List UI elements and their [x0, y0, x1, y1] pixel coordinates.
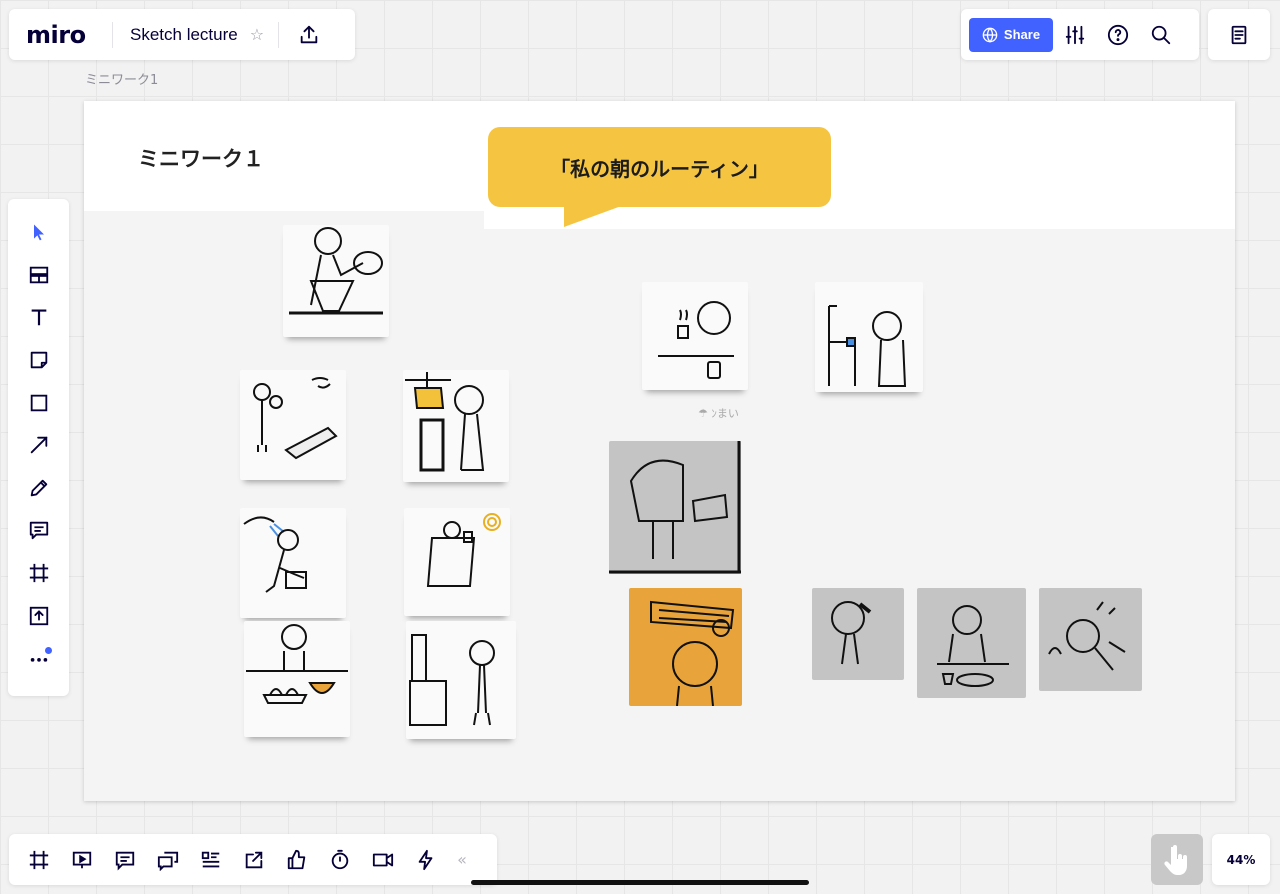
connector-tool[interactable]	[17, 424, 61, 467]
collab-toolbar: Share	[961, 9, 1199, 60]
globe-icon	[982, 27, 998, 43]
sketch-stretch-photo[interactable]	[1039, 588, 1142, 691]
sliders-icon	[1065, 25, 1084, 44]
comments-button[interactable]	[103, 834, 146, 885]
star-icon[interactable]: ☆	[250, 25, 264, 44]
frame-icon	[29, 563, 48, 583]
sketch-laundry[interactable]	[403, 370, 509, 482]
export-button[interactable]	[279, 9, 339, 60]
card-list-icon	[201, 851, 219, 867]
comment-tool[interactable]	[17, 509, 61, 552]
frame-tool[interactable]	[17, 552, 61, 595]
home-indicator	[471, 880, 809, 885]
sketch-breakfast[interactable]	[244, 621, 350, 737]
speech-bubble-tail	[564, 205, 624, 227]
shape-tool[interactable]	[17, 381, 61, 424]
comments-icon	[115, 851, 134, 870]
sticky-note-tool[interactable]	[17, 339, 61, 382]
video-call-icon	[372, 853, 393, 866]
pen-icon	[30, 479, 47, 497]
notes-button[interactable]	[1208, 9, 1270, 60]
miro-logo[interactable]: miro	[26, 21, 112, 49]
settings-button[interactable]	[1053, 9, 1096, 60]
sketch-coffee-drip[interactable]	[283, 225, 389, 337]
presentation-button[interactable]	[60, 834, 103, 885]
sketch-eating-photo[interactable]	[917, 588, 1026, 698]
share-label: Share	[1003, 27, 1041, 42]
sketch-baby-phone[interactable]	[240, 370, 346, 480]
comment-icon	[29, 522, 48, 540]
board-header: miro Sketch lecture ☆	[9, 9, 355, 60]
upload-icon	[29, 606, 48, 625]
hand-pointer-icon	[1164, 844, 1187, 875]
sketch-box-photo[interactable]	[609, 441, 741, 574]
card-list-button[interactable]	[189, 834, 232, 885]
activity-icon	[418, 849, 432, 870]
chat-button[interactable]	[146, 834, 189, 885]
activity-button[interactable]	[404, 834, 447, 885]
bottom-toolbar: «	[9, 834, 497, 885]
presentation-icon	[72, 851, 91, 868]
video-chat-icon	[157, 851, 178, 871]
share-button[interactable]: Share	[969, 17, 1053, 52]
templates-tool[interactable]	[17, 254, 61, 297]
collapse-toolbar-button[interactable]: «	[447, 850, 477, 869]
sketch-drink-photo[interactable]	[812, 588, 904, 680]
sketch-bed-phone[interactable]	[404, 508, 510, 616]
timer-icon	[331, 849, 348, 869]
select-tool[interactable]	[17, 211, 61, 254]
creation-toolbar	[8, 199, 69, 696]
frames-button[interactable]	[17, 834, 60, 885]
notes-icon	[1231, 25, 1247, 44]
search-button[interactable]	[1139, 9, 1182, 60]
sketch-toothbrush[interactable]	[815, 282, 923, 392]
screen-share-icon	[245, 851, 262, 868]
pen-tool[interactable]	[17, 467, 61, 510]
upload-icon	[300, 25, 318, 43]
select-icon	[33, 224, 44, 241]
sketch-sunlight-photo[interactable]	[629, 588, 742, 706]
help-button[interactable]	[1096, 9, 1139, 60]
templates-icon	[29, 266, 48, 284]
help-icon	[1107, 24, 1128, 45]
shape-icon	[30, 394, 47, 411]
sketch-coffee-cup[interactable]	[642, 282, 748, 390]
frame-title[interactable]: ミニワーク１	[138, 143, 264, 173]
text-tool[interactable]	[17, 296, 61, 339]
more-tools[interactable]	[17, 637, 61, 680]
sticky-note-icon	[30, 351, 47, 369]
sketch-shower[interactable]	[240, 508, 346, 618]
video-call-button[interactable]	[361, 834, 404, 885]
zoom-level[interactable]: 44%	[1212, 834, 1270, 885]
voting-icon	[287, 849, 305, 869]
speech-bubble[interactable]: 「私の朝のルーティン」	[488, 127, 831, 207]
connector-arrow-icon	[30, 437, 47, 454]
frame-label[interactable]: ミニワーク1	[85, 69, 158, 88]
sketch-caption: ☂ ﾝまい	[698, 407, 739, 420]
frames-icon	[29, 850, 48, 869]
hand-tool-button[interactable]	[1151, 834, 1203, 885]
sketch-washroom[interactable]	[406, 621, 516, 739]
screen-share-button[interactable]	[232, 834, 275, 885]
board-title[interactable]: Sketch lecture	[130, 25, 238, 45]
voting-button[interactable]	[275, 834, 318, 885]
text-icon	[31, 309, 46, 326]
timer-button[interactable]	[318, 834, 361, 885]
search-icon	[1151, 25, 1170, 44]
upload-tool[interactable]	[17, 594, 61, 637]
divider	[112, 21, 113, 48]
notification-dot	[44, 646, 52, 654]
